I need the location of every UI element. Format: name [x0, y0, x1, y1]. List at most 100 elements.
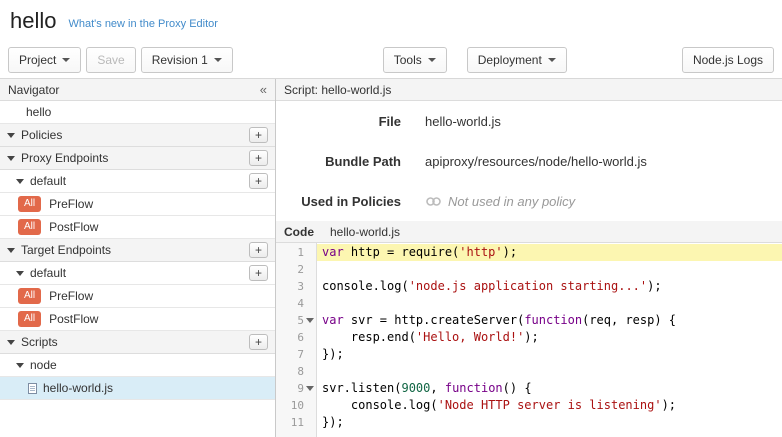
navigator-panel: Navigator « hello Policies + Proxy Endpo…: [0, 79, 276, 437]
code-line[interactable]: 4: [276, 295, 782, 312]
nav-item-label: PostFlow: [49, 220, 98, 234]
nav-item-label: PreFlow: [49, 289, 93, 303]
nav-item-label: default: [30, 266, 66, 280]
bundle-path-label: Bundle Path: [276, 154, 401, 169]
line-number: 9: [286, 382, 304, 395]
nav-item-hello-world-js[interactable]: hello-world.js: [0, 377, 275, 400]
add-proxy-endpoint-button[interactable]: +: [249, 150, 268, 166]
nav-item-target-default[interactable]: default +: [0, 262, 275, 285]
code-text[interactable]: [317, 261, 782, 278]
add-policy-button[interactable]: +: [249, 127, 268, 143]
code-line[interactable]: 1var http = require('http');: [276, 244, 782, 261]
whats-new-link[interactable]: What's new in the Proxy Editor: [68, 18, 217, 30]
flow-condition-badge: All: [18, 219, 41, 235]
tools-menu-button[interactable]: Tools: [383, 47, 447, 73]
fold-toggle-icon[interactable]: [306, 318, 314, 323]
nav-section-target-endpoints[interactable]: Target Endpoints +: [0, 239, 275, 262]
nav-item-proxy-postflow[interactable]: All PostFlow: [0, 216, 275, 239]
used-in-policies-label: Used in Policies: [276, 194, 401, 209]
code-header-label: Code: [284, 225, 314, 239]
nav-item-target-preflow[interactable]: All PreFlow: [0, 285, 275, 308]
disclosure-down-icon: [7, 248, 15, 253]
disclosure-down-icon: [16, 363, 24, 368]
project-menu-button[interactable]: Project: [8, 47, 81, 73]
line-gutter: 4: [276, 295, 317, 312]
line-number: 5: [286, 314, 304, 327]
nav-section-proxy-endpoints[interactable]: Proxy Endpoints +: [0, 147, 275, 170]
add-script-button[interactable]: +: [249, 334, 268, 350]
line-gutter: 10: [276, 397, 317, 414]
project-menu-label: Project: [19, 53, 56, 67]
nav-item-label: hello: [26, 105, 51, 119]
nav-item-node-folder[interactable]: node: [0, 354, 275, 377]
code-line[interactable]: 10 console.log('Node HTTP server is list…: [276, 397, 782, 414]
code-line[interactable]: 3 console.log('node.js application starti…: [276, 278, 782, 295]
deployment-menu-label: Deployment: [478, 53, 542, 67]
nav-section-label: Proxy Endpoints: [21, 151, 108, 165]
code-file-tab[interactable]: hello-world.js: [330, 225, 400, 239]
nav-item-hello[interactable]: hello: [0, 101, 275, 124]
navigator-title: Navigator: [8, 83, 59, 97]
revision-menu-button[interactable]: Revision 1: [141, 47, 233, 73]
nav-section-policies[interactable]: Policies +: [0, 124, 275, 147]
line-gutter: 5: [276, 312, 317, 329]
code-text[interactable]: });: [317, 346, 782, 363]
line-number: 3: [286, 280, 304, 293]
toolbar-right-group: Node.js Logs: [682, 47, 774, 73]
nav-item-target-postflow[interactable]: All PostFlow: [0, 308, 275, 331]
caret-down-icon: [548, 58, 556, 62]
disclosure-down-icon: [16, 271, 24, 276]
nav-item-label: PreFlow: [49, 197, 93, 211]
flow-condition-badge: All: [18, 288, 41, 304]
code-line[interactable]: 7});: [276, 346, 782, 363]
code-text[interactable]: console.log('node.js application startin…: [317, 278, 782, 295]
nodejs-logs-button[interactable]: Node.js Logs: [682, 47, 774, 73]
bundle-path-value: apiproxy/resources/node/hello-world.js: [425, 154, 647, 169]
code-text[interactable]: var svr = http.createServer(function(req…: [317, 312, 782, 329]
code-text[interactable]: });: [317, 414, 782, 431]
nav-section-label: Target Endpoints: [21, 243, 111, 257]
fold-toggle-icon[interactable]: [306, 386, 314, 391]
code-text[interactable]: resp.end('Hello, World!');: [317, 329, 782, 346]
code-text[interactable]: [317, 295, 782, 312]
code-line[interactable]: 5 var svr = http.createServer(function(re…: [276, 312, 782, 329]
nav-item-proxy-default[interactable]: default +: [0, 170, 275, 193]
code-editor[interactable]: 1var http = require('http');2 3 console.lo…: [276, 243, 782, 437]
collapse-navigator-icon[interactable]: «: [260, 82, 267, 97]
code-text[interactable]: [317, 363, 782, 380]
line-gutter: 1: [276, 244, 317, 261]
nav-section-scripts[interactable]: Scripts +: [0, 331, 275, 354]
nav-item-label: PostFlow: [49, 312, 98, 326]
toolbar-middle-group: Tools Deployment: [383, 47, 567, 73]
line-gutter: 3: [276, 278, 317, 295]
add-target-endpoint-button[interactable]: +: [249, 242, 268, 258]
navigator-header: Navigator «: [0, 79, 275, 101]
nav-item-proxy-preflow[interactable]: All PreFlow: [0, 193, 275, 216]
disclosure-down-icon: [16, 179, 24, 184]
line-gutter: 8: [276, 363, 317, 380]
used-in-policies-value: Not used in any policy: [425, 194, 575, 209]
code-line[interactable]: 11});: [276, 414, 782, 431]
tools-menu-label: Tools: [394, 53, 422, 67]
caret-down-icon: [62, 58, 70, 62]
code-line[interactable]: 8: [276, 363, 782, 380]
code-text[interactable]: console.log('Node HTTP server is listeni…: [317, 397, 782, 414]
code-line[interactable]: 9 svr.listen(9000, function() {: [276, 380, 782, 397]
code-header: Code hello-world.js: [276, 221, 782, 243]
line-gutter: 6: [276, 329, 317, 346]
code-line[interactable]: 2: [276, 261, 782, 278]
nav-item-label: node: [30, 358, 57, 372]
code-line[interactable]: 6 resp.end('Hello, World!');: [276, 329, 782, 346]
line-gutter: 9: [276, 380, 317, 397]
save-button[interactable]: Save: [86, 47, 135, 73]
not-used-text: Not used in any policy: [448, 194, 575, 209]
add-proxy-flow-button[interactable]: +: [249, 173, 268, 189]
code-text[interactable]: var http = require('http');: [317, 244, 782, 261]
add-target-flow-button[interactable]: +: [249, 265, 268, 281]
line-number: 4: [286, 297, 304, 310]
caret-down-icon: [428, 58, 436, 62]
code-text[interactable]: svr.listen(9000, function() {: [317, 380, 782, 397]
file-row: File hello-world.js: [276, 101, 782, 141]
deployment-menu-button[interactable]: Deployment: [467, 47, 567, 73]
line-number: 11: [286, 416, 304, 429]
